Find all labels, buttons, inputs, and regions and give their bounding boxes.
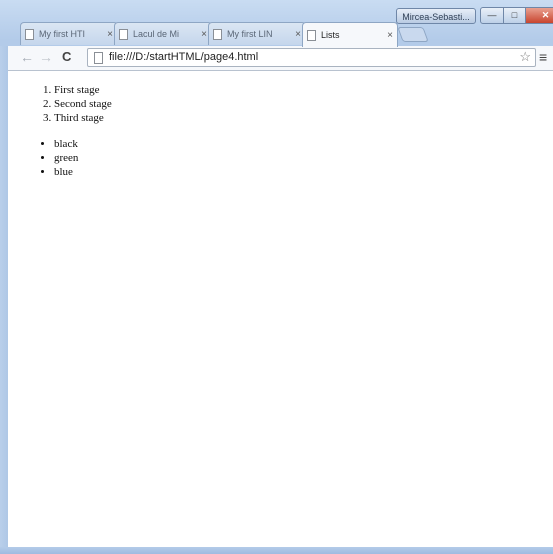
window-controls: — □ ✕ — [480, 7, 553, 25]
window-frame-left — [0, 46, 8, 547]
menu-icon[interactable]: ≡ — [539, 49, 547, 65]
ordered-list: First stage Second stage Third stage — [8, 83, 112, 125]
list-item: green — [54, 151, 78, 165]
page-icon — [213, 28, 222, 40]
tab-title: My first HTI — [39, 29, 85, 39]
close-window-button[interactable]: ✕ — [526, 7, 553, 24]
reload-icon[interactable]: C — [62, 50, 71, 64]
unordered-list: black green blue — [8, 137, 78, 179]
close-icon[interactable]: × — [295, 29, 301, 40]
tab-strip: My first HTI × Lacul de Mi × My first LI… — [20, 22, 440, 47]
tab-title: Lists — [321, 30, 340, 40]
page-icon — [307, 29, 316, 41]
list-item: Third stage — [54, 111, 112, 125]
page-content: First stage Second stage Third stage bla… — [8, 71, 553, 547]
page-icon — [25, 28, 34, 40]
page-icon — [119, 28, 128, 40]
forward-arrow-icon[interactable]: → — [39, 50, 53, 64]
list-item: First stage — [54, 83, 112, 97]
close-icon[interactable]: × — [107, 29, 113, 40]
page-icon — [94, 52, 103, 64]
close-icon[interactable]: × — [201, 29, 207, 40]
address-bar[interactable]: file:///D:/startHTML/page4.html ☆ — [87, 48, 536, 67]
browser-window: Mircea-Sebasti... — □ ✕ My first HTI × L… — [0, 0, 553, 554]
tab-title: My first LIN — [227, 29, 273, 39]
url-text[interactable]: file:///D:/startHTML/page4.html — [109, 51, 258, 63]
maximize-button[interactable]: □ — [504, 7, 526, 24]
list-item: black — [54, 137, 78, 151]
tab-my-first-html[interactable]: My first HTI × — [20, 22, 118, 45]
list-item: blue — [54, 165, 78, 179]
minimize-button[interactable]: — — [480, 7, 504, 24]
list-item: Second stage — [54, 97, 112, 111]
tab-lists[interactable]: Lists × — [302, 22, 398, 47]
back-arrow-icon[interactable]: ← — [20, 50, 34, 64]
tab-lacul-de-mi[interactable]: Lacul de Mi × — [114, 22, 212, 45]
bookmark-star-icon[interactable]: ☆ — [519, 49, 531, 65]
tab-my-first-lin[interactable]: My first LIN × — [208, 22, 306, 45]
window-frame-bottom — [0, 547, 553, 554]
new-tab-button[interactable] — [397, 27, 429, 42]
toolbar: ← → C file:///D:/startHTML/page4.html ☆ … — [8, 46, 553, 71]
tab-title: Lacul de Mi — [133, 29, 180, 39]
close-icon[interactable]: × — [387, 30, 393, 41]
